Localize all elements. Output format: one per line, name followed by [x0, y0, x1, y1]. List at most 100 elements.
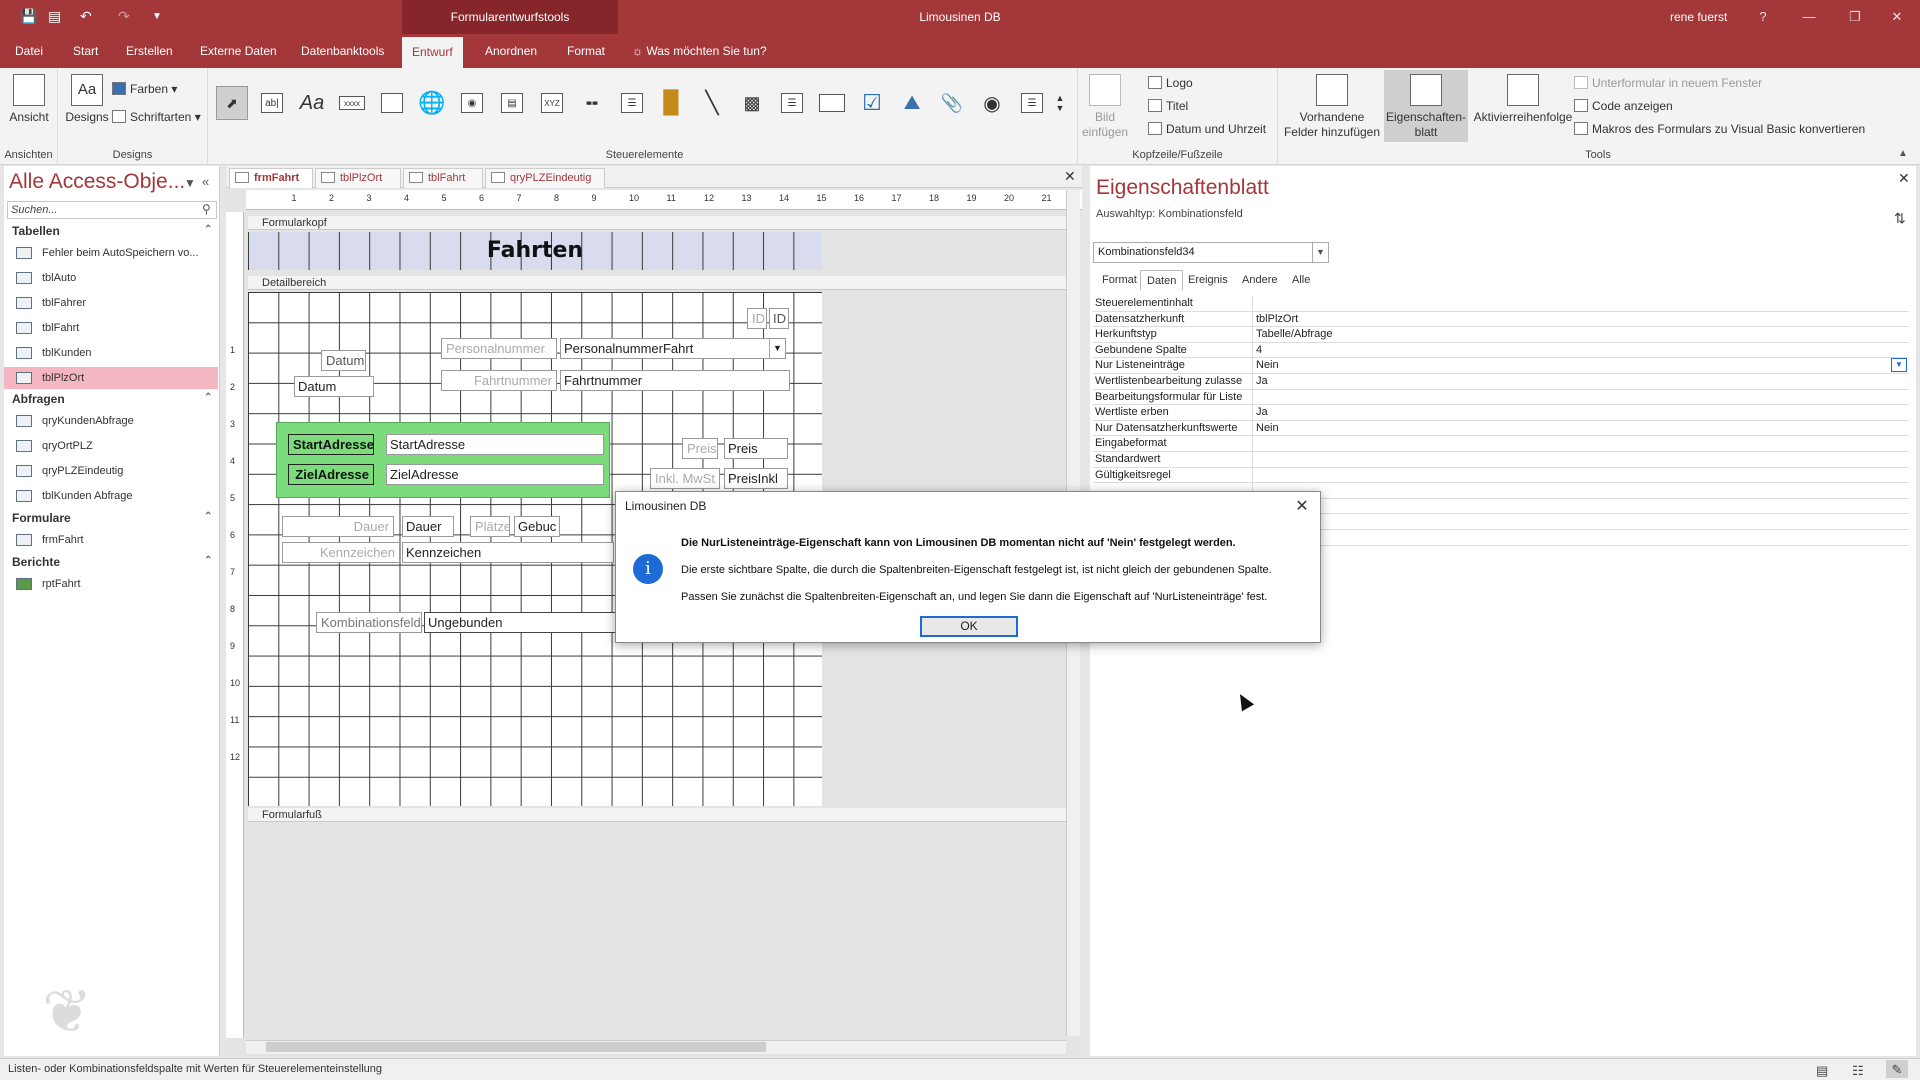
property-row[interactable]: Standardwert [1093, 451, 1909, 468]
nav-item[interactable]: tblFahrer [4, 292, 218, 314]
tab-control-icon[interactable] [376, 86, 408, 120]
help-icon[interactable]: ? [1740, 0, 1786, 34]
collapse-ribbon-icon[interactable]: ▲ [1898, 148, 1908, 159]
ansicht-button[interactable]: Ansicht [6, 74, 52, 125]
chevron-down-icon[interactable]: ▼ [1891, 358, 1907, 373]
restore-icon[interactable]: ❐ [1832, 0, 1878, 34]
preis-inkl-field[interactable]: PreisInkl [724, 468, 788, 489]
property-row[interactable]: Gebundene Spalte 4 [1093, 342, 1909, 359]
nav-item[interactable]: qryKundenAbfrage [4, 410, 218, 432]
nav-item[interactable]: tblKunden Abfrage [4, 485, 218, 507]
checkbox-control-icon[interactable]: ☑ [856, 86, 888, 120]
fahrtnummer-field[interactable]: Fahrtnummer [560, 370, 790, 391]
logo-button[interactable]: Logo [1148, 76, 1193, 90]
redo-icon[interactable]: ↷ [118, 8, 130, 25]
preis-field[interactable]: Preis [724, 438, 788, 459]
startadresse-label[interactable]: StartAdresse [288, 434, 374, 455]
toggle-button-icon[interactable]: ▩ [736, 86, 768, 120]
web-browser-control-icon[interactable]: ◉ [456, 86, 488, 120]
close-property-sheet-icon[interactable]: ✕ [1898, 170, 1910, 187]
tab-entwurf[interactable]: Entwurf [402, 37, 463, 68]
layout-view-icon[interactable]: ☷ [1852, 1061, 1864, 1080]
nav-item[interactable]: tblFahrt [4, 317, 218, 339]
property-value[interactable]: 4 [1256, 343, 1262, 358]
nav-item[interactable]: rptFahrt [4, 573, 218, 595]
vorhandene-felder-button[interactable]: Vorhandene Felder hinzufügen [1282, 74, 1382, 140]
gebucht-field[interactable]: Gebuc [514, 516, 560, 537]
form-view-icon[interactable]: ▤ [48, 8, 61, 25]
tab-externe-daten[interactable]: Externe Daten [190, 34, 287, 68]
personalnummer-label[interactable]: Personalnummer [441, 338, 557, 359]
search-icon[interactable]: ⚲ [202, 202, 211, 216]
close-document-icon[interactable]: ✕ [1064, 168, 1076, 185]
property-value[interactable]: tblPlzOrt [1256, 312, 1298, 327]
chevron-down-icon[interactable]: ▼ [769, 339, 785, 358]
property-row[interactable]: Herkunftstyp Tabelle/Abfrage [1093, 327, 1909, 343]
kennzeichen-label[interactable]: Kennzeichen [282, 542, 400, 563]
startadresse-field[interactable]: StartAdresse [386, 434, 604, 455]
combobox-control-icon[interactable]: ☰ [616, 86, 648, 120]
save-icon[interactable]: 💾 [20, 8, 37, 25]
page-break-icon[interactable]: ╍ [576, 86, 608, 120]
prop-tab-andere[interactable]: Andere [1236, 270, 1283, 290]
more-controls-icon[interactable]: ▲ ▼ [1050, 86, 1070, 120]
dauer-label[interactable]: Dauer [282, 516, 394, 537]
listbox-control-icon[interactable]: ☰ [776, 86, 808, 120]
kombinationsfeld-combo[interactable]: Ungebunden [424, 612, 620, 633]
nav-item[interactable]: Fehler beim AutoSpeichern vo... [4, 242, 218, 264]
button-control-icon[interactable]: xxxx [336, 86, 368, 120]
form-view-icon[interactable]: ▤ [1816, 1061, 1828, 1080]
preis-label[interactable]: Preis [682, 438, 718, 459]
scrollbar-thumb[interactable] [266, 1042, 766, 1052]
datum-uhrzeit-button[interactable]: Datum und Uhrzeit [1148, 122, 1266, 136]
select-pointer-icon[interactable]: ⬈ [216, 86, 248, 120]
id-field[interactable]: ID [769, 308, 789, 329]
eigenschaftenblatt-button[interactable]: Eigenschaften-blatt [1384, 70, 1468, 142]
section-formularkopf[interactable]: Formularkopf [248, 216, 1066, 230]
nav-section-formulare[interactable]: Formulare ⌃ [12, 511, 218, 525]
designs-button[interactable]: Aa Designs [62, 74, 112, 125]
fahrtnummer-label[interactable]: Fahrtnummer [441, 370, 557, 391]
tab-anordnen[interactable]: Anordnen [475, 34, 547, 68]
user-name[interactable]: rene fuerst [1670, 0, 1727, 34]
option-group-control-icon[interactable]: XYZ [536, 86, 568, 120]
tab-erstellen[interactable]: Erstellen [116, 34, 183, 68]
nav-section-abfragen[interactable]: Abfragen ⌃ [12, 392, 218, 406]
design-view-icon[interactable]: ✎ [1886, 1060, 1908, 1078]
prop-tab-alle[interactable]: Alle [1286, 270, 1316, 290]
zieladresse-field[interactable]: ZielAdresse [386, 464, 604, 485]
tab-datei[interactable]: Datei [5, 34, 53, 68]
nav-item[interactable]: frmFahrt [4, 529, 218, 551]
customize-quick-access-icon[interactable]: ▼ [152, 11, 162, 22]
datum-field[interactable]: Datum [294, 376, 374, 397]
tab-start[interactable]: Start [63, 34, 108, 68]
property-row[interactable]: Bearbeitungsformular für Liste [1093, 389, 1909, 406]
zieladresse-label[interactable]: ZielAdresse [288, 464, 374, 485]
rectangle-control-icon[interactable] [816, 86, 848, 120]
chart-control-icon[interactable]: ▉ [656, 86, 688, 120]
nav-search-input[interactable]: Suchen... [7, 201, 217, 219]
makros-konvertieren-button[interactable]: Makros des Formulars zu Visual Basic kon… [1574, 122, 1865, 136]
minimize-icon[interactable]: — [1786, 0, 1832, 34]
prop-tab-format[interactable]: Format [1096, 270, 1143, 290]
undo-icon[interactable]: ↶ [80, 8, 92, 25]
property-row[interactable]: Gültigkeitsregel [1093, 467, 1909, 484]
property-row[interactable]: Wertliste erben Ja [1093, 405, 1909, 421]
nav-item-selected[interactable]: tblPlzOrt [4, 367, 218, 389]
textbox-control-icon[interactable]: ab| [256, 86, 288, 120]
prop-tab-daten[interactable]: Daten [1140, 270, 1184, 290]
nav-section-tabellen[interactable]: Tabellen ⌃ [12, 224, 218, 238]
attachment-control-icon[interactable]: 📎 [936, 86, 968, 120]
property-row[interactable]: Eingabeformat [1093, 436, 1909, 452]
prop-tab-ereignis[interactable]: Ereignis [1182, 270, 1234, 290]
nav-collapse-icon[interactable]: « [202, 174, 209, 189]
doc-tab-qryplzeindeutig[interactable]: qryPLZEindeutig [485, 168, 605, 188]
datum-label[interactable]: Datum [321, 350, 366, 371]
doc-tab-tblplzort[interactable]: tblPlzOrt [315, 168, 401, 188]
navigation-control-icon[interactable]: ▤ [496, 86, 528, 120]
code-anzeigen-button[interactable]: Code anzeigen [1574, 99, 1673, 113]
section-formularfuss[interactable]: Formularfuß [248, 808, 1066, 822]
property-row[interactable]: Datensatzherkunft tblPlzOrt [1093, 311, 1909, 328]
ok-button[interactable]: OK [920, 616, 1018, 637]
property-value[interactable]: Ja [1256, 405, 1268, 420]
